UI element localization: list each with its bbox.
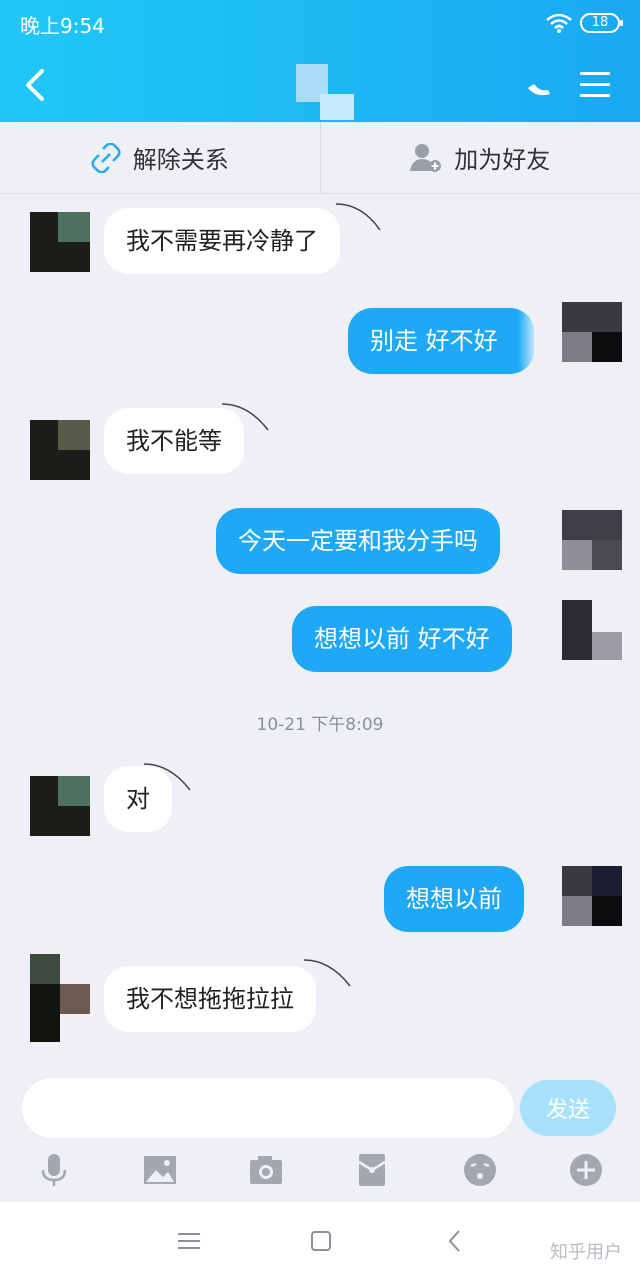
message-composer: 发送 — [0, 1070, 640, 1148]
phone-icon[interactable] — [526, 82, 552, 100]
plus-icon[interactable] — [568, 1152, 604, 1188]
add-friend-button[interactable]: 加为好友 — [321, 122, 640, 193]
unlink-button[interactable]: 解除关系 — [0, 122, 321, 193]
bubble-decoration-icon — [221, 403, 269, 431]
add-friend-label: 加为好友 — [454, 146, 551, 174]
battery-indicator: 18 — [580, 13, 623, 33]
camera-icon[interactable] — [248, 1152, 284, 1188]
bubble-decoration-icon — [303, 959, 351, 987]
title-bar: 晚上9:54 18 — [0, 0, 640, 122]
composer-toolbar — [0, 1148, 640, 1202]
back-arrow-icon[interactable] — [22, 68, 50, 102]
system-navigation-bar: 知乎用户 — [0, 1202, 640, 1280]
incoming-message[interactable]: 我不想拖拖拉拉 — [104, 966, 316, 1032]
outgoing-message[interactable]: 想想以前 — [384, 866, 524, 932]
contact-avatar[interactable] — [30, 954, 90, 1042]
my-avatar[interactable] — [562, 302, 622, 362]
bubble-decoration-icon — [143, 763, 191, 791]
wifi-icon — [546, 13, 572, 33]
back-icon[interactable] — [440, 1226, 470, 1256]
watermark: 知乎用户 — [550, 1242, 622, 1263]
contact-avatar[interactable] — [30, 776, 90, 836]
incoming-message[interactable]: 我不需要再冷静了 — [104, 208, 340, 274]
microphone-icon[interactable] — [36, 1152, 72, 1188]
emoji-icon[interactable] — [462, 1152, 498, 1188]
message-timestamp: 10-21 下午8:09 — [256, 715, 384, 735]
recent-apps-icon[interactable] — [174, 1226, 204, 1256]
outgoing-message[interactable]: 今天一定要和我分手吗 — [216, 508, 500, 574]
contact-avatar[interactable] — [30, 212, 90, 272]
outgoing-message-text: 别走 好不好 — [370, 327, 498, 355]
add-user-icon — [410, 143, 442, 172]
my-avatar[interactable] — [562, 866, 622, 926]
status-time: 晚上9:54 — [20, 14, 105, 38]
message-input[interactable] — [22, 1078, 514, 1138]
bubble-decoration-icon — [335, 203, 381, 230]
send-button[interactable]: 发送 — [520, 1080, 616, 1136]
outgoing-message[interactable]: 别走 好不好 — [348, 308, 534, 374]
contact-avatar[interactable] — [30, 420, 90, 480]
contact-avatar-blurred[interactable] — [296, 64, 356, 120]
chat-message-list[interactable]: 我不需要再冷静了 别走 好不好 我不能等 今天一定要和我分手吗 想想以前 好不好… — [0, 194, 640, 1070]
broken-link-icon — [91, 142, 121, 173]
home-icon[interactable] — [306, 1226, 336, 1256]
menu-icon[interactable] — [580, 72, 610, 98]
outgoing-message[interactable]: 想想以前 好不好 — [292, 606, 512, 672]
my-avatar[interactable] — [562, 600, 622, 660]
image-icon[interactable] — [142, 1152, 178, 1188]
my-avatar[interactable] — [562, 510, 622, 570]
red-packet-icon[interactable] — [354, 1152, 390, 1188]
relationship-action-bar: 解除关系 加为好友 — [0, 122, 640, 194]
unlink-label: 解除关系 — [132, 146, 229, 174]
